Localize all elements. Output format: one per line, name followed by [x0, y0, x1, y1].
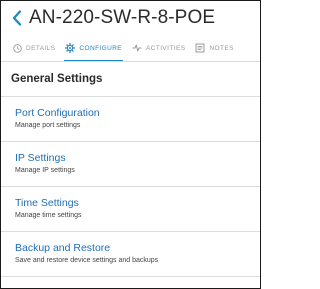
list-item-title: IP Settings	[15, 152, 66, 164]
tab-activities-label: ACTIVITIES	[146, 44, 186, 52]
tab-configure-label: CONFIGURE	[79, 44, 123, 52]
tab-details[interactable]: DETAILS	[7, 34, 60, 62]
gear-icon	[65, 43, 76, 53]
tab-notes[interactable]: NOTES	[190, 34, 238, 62]
activity-icon	[132, 43, 142, 53]
list-item-time-settings[interactable]: Time Settings Manage time settings	[1, 187, 260, 232]
list-item-title: Port Configuration	[15, 107, 100, 119]
list-item-subtitle: Manage time settings	[15, 212, 82, 219]
tab-bar: DETAILS CONFIGURE ACTIVITIES NOTES	[1, 34, 260, 62]
list-item-subtitle: Manage IP settings	[15, 167, 75, 174]
tab-activities[interactable]: ACTIVITIES	[127, 34, 190, 62]
tab-notes-label: NOTES	[209, 44, 234, 52]
list-item-title: Time Settings	[15, 197, 79, 209]
list-item-backup-and-restore[interactable]: Backup and Restore Save and restore devi…	[1, 232, 260, 277]
list-item-subtitle: Save and restore device settings and bac…	[15, 257, 159, 264]
notes-icon	[195, 43, 205, 53]
list-item-subtitle: Manage port settings	[15, 122, 81, 129]
section-title: General Settings	[1, 62, 260, 97]
device-config-panel: AN-220-SW-R-8-POE DETAILS CONFIGURE ACTI…	[0, 0, 261, 289]
list-item-title: Backup and Restore	[15, 242, 111, 254]
list-item-ip-settings[interactable]: IP Settings Manage IP settings	[1, 142, 260, 187]
clock-icon	[12, 43, 22, 53]
tab-details-label: DETAILS	[26, 44, 56, 52]
list-item-port-configuration[interactable]: Port Configuration Manage port settings	[1, 97, 260, 142]
tabs-divider	[1, 61, 260, 62]
page-title: AN-220-SW-R-8-POE	[29, 6, 216, 28]
tab-configure[interactable]: CONFIGURE	[60, 34, 127, 62]
header: AN-220-SW-R-8-POE	[1, 1, 260, 34]
chevron-left-icon[interactable]	[9, 8, 25, 28]
